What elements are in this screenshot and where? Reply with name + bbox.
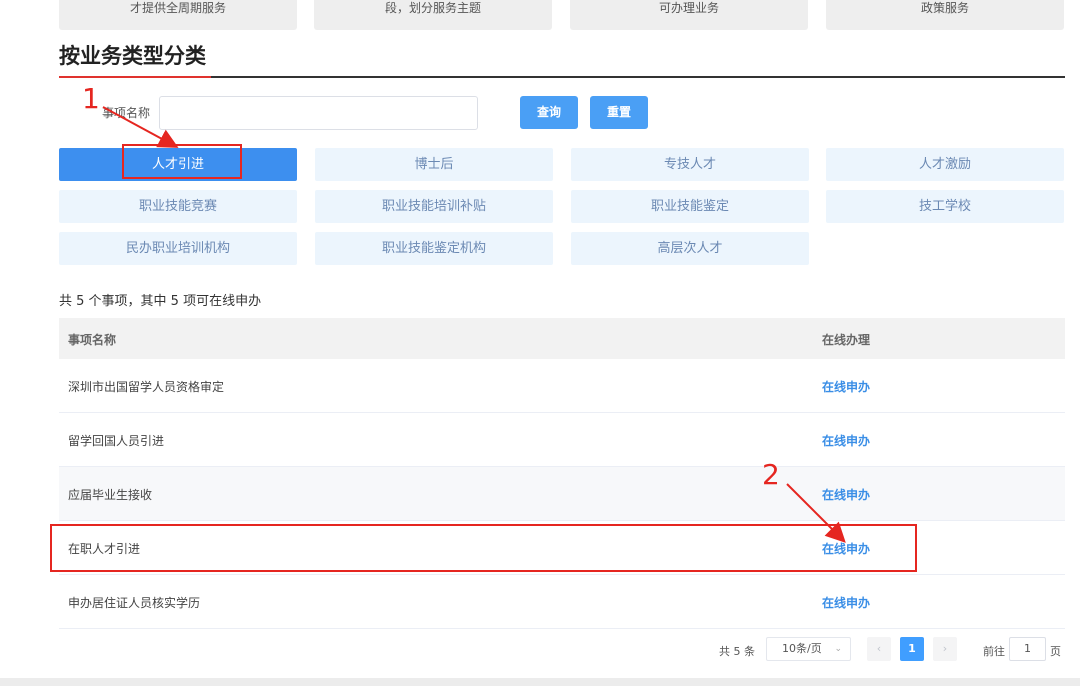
column-header-name: 事项名称 bbox=[68, 333, 117, 347]
top-card[interactable]: 可办理业务 bbox=[570, 0, 808, 30]
chevron-left-icon: ‹ bbox=[876, 642, 882, 655]
annotation-number-step2: 2 bbox=[762, 458, 780, 491]
annotation-box-step2 bbox=[50, 524, 917, 572]
chevron-right-icon: › bbox=[942, 642, 948, 655]
category-high-level-talent[interactable]: 高层次人才 bbox=[571, 232, 809, 265]
apply-online-link[interactable]: 在线申办 bbox=[822, 594, 870, 611]
page-size-select[interactable]: 10条/页 ⌄ bbox=[766, 637, 851, 661]
category-private-training-institution[interactable]: 民办职业培训机构 bbox=[59, 232, 297, 265]
row-name: 留学回国人员引进 bbox=[68, 434, 165, 448]
table-header: 事项名称 在线办理 bbox=[59, 318, 1065, 359]
goto-page-input[interactable]: 1 bbox=[1009, 637, 1046, 661]
page-suffix: 页 bbox=[1050, 645, 1061, 658]
bottom-bar bbox=[0, 678, 1080, 686]
section-title: 按业务类型分类 bbox=[59, 44, 206, 68]
goto-label: 前往 bbox=[983, 645, 1005, 658]
category-technical-school[interactable]: 技工学校 bbox=[826, 190, 1064, 223]
category-skills-training-subsidy[interactable]: 职业技能培训补贴 bbox=[315, 190, 553, 223]
query-button[interactable]: 查询 bbox=[520, 96, 578, 129]
table-row: 留学回国人员引进 在线申办 bbox=[59, 413, 1065, 467]
top-card[interactable]: 段，划分服务主题 bbox=[314, 0, 552, 30]
table-row: 申办居住证人员核实学历 在线申办 bbox=[59, 575, 1065, 629]
row-name: 深圳市出国留学人员资格审定 bbox=[68, 380, 225, 394]
row-name: 申办居住证人员核实学历 bbox=[68, 596, 201, 610]
top-card-strip: 才提供全周期服务 段，划分服务主题 可办理业务 政策服务 bbox=[0, 0, 1080, 30]
top-card[interactable]: 政策服务 bbox=[826, 0, 1064, 30]
reset-button[interactable]: 重置 bbox=[590, 96, 648, 129]
chevron-down-icon: ⌄ bbox=[834, 644, 842, 654]
table-row: 应届毕业生接收 在线申办 bbox=[59, 467, 1065, 521]
search-input[interactable] bbox=[159, 96, 478, 130]
category-appraisal-institution[interactable]: 职业技能鉴定机构 bbox=[315, 232, 553, 265]
category-skills-appraisal[interactable]: 职业技能鉴定 bbox=[571, 190, 809, 223]
table-row: 深圳市出国留学人员资格审定 在线申办 bbox=[59, 359, 1065, 413]
category-postdoc[interactable]: 博士后 bbox=[315, 148, 553, 181]
prev-page-button[interactable]: ‹ bbox=[867, 637, 891, 661]
category-skills-competition[interactable]: 职业技能竞赛 bbox=[59, 190, 297, 223]
title-divider-accent bbox=[59, 76, 211, 78]
search-label: 事项名称 bbox=[102, 106, 151, 120]
apply-online-link[interactable]: 在线申办 bbox=[822, 486, 870, 503]
row-name: 应届毕业生接收 bbox=[68, 488, 153, 502]
annotation-number-step1: 1 bbox=[82, 82, 100, 115]
category-talent-incentive[interactable]: 人才激励 bbox=[826, 148, 1064, 181]
annotation-box-step1 bbox=[122, 144, 242, 179]
apply-online-link[interactable]: 在线申办 bbox=[822, 432, 870, 449]
category-professional-talent[interactable]: 专技人才 bbox=[571, 148, 809, 181]
apply-online-link[interactable]: 在线申办 bbox=[822, 378, 870, 395]
result-summary: 共 5 个事项，其中 5 项可在线申办 bbox=[59, 294, 262, 309]
services-table: 事项名称 在线办理 深圳市出国留学人员资格审定 在线申办 留学回国人员引进 在线… bbox=[59, 318, 1065, 629]
page-size-value: 10条/页 bbox=[782, 642, 822, 655]
page-number-button[interactable]: 1 bbox=[900, 637, 924, 661]
column-header-online: 在线办理 bbox=[822, 333, 871, 347]
pagination-total: 共 5 条 bbox=[719, 645, 755, 658]
next-page-button[interactable]: › bbox=[933, 637, 957, 661]
top-card[interactable]: 才提供全周期服务 bbox=[59, 0, 297, 30]
